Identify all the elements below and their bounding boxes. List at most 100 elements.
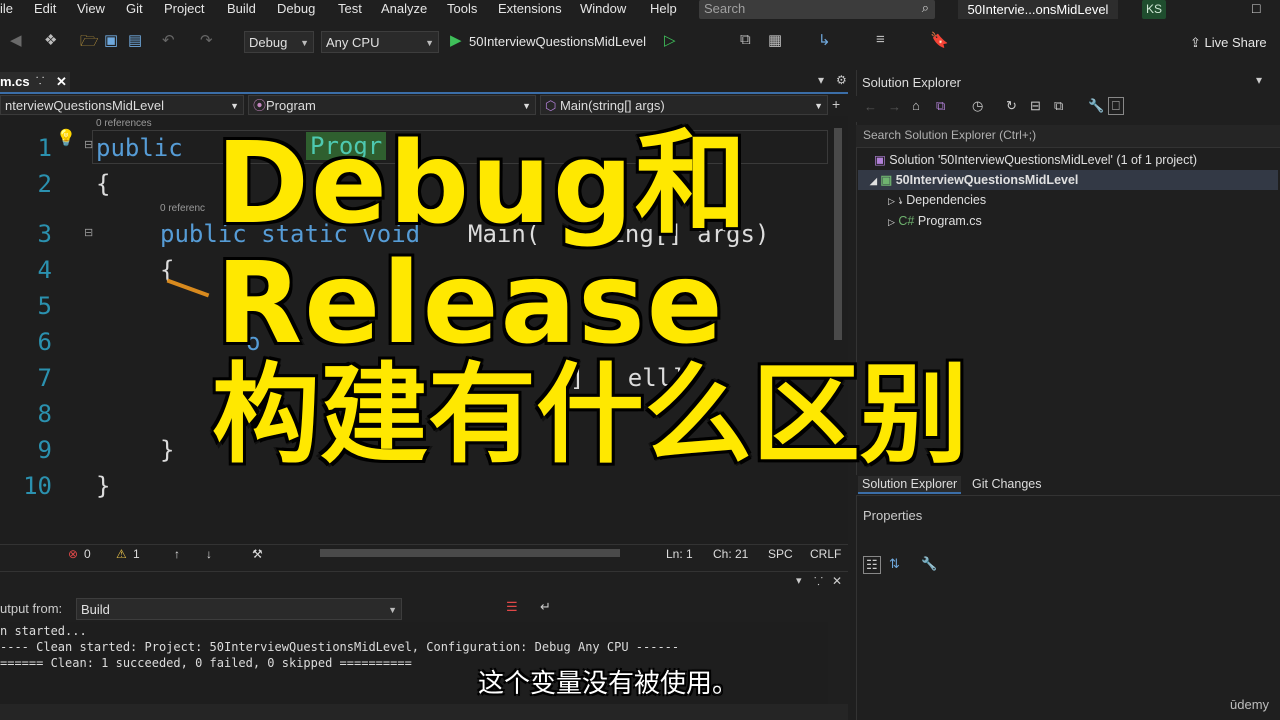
switch-views-icon[interactable]: ⧉ (936, 98, 945, 114)
bookmark-icon[interactable]: 🔖 (930, 31, 949, 49)
close-icon[interactable]: ✕ (832, 574, 842, 588)
output-line: n started... (0, 624, 87, 638)
solution-explorer-toolbar: ← → ⌂ ⧉ ◷ ↻ ⊟ ⧉ 🔧 ⎕ (856, 96, 1280, 122)
whitespace-indicator[interactable]: SPC (768, 547, 793, 561)
pin-icon[interactable]: ⸪ (814, 574, 823, 589)
horizontal-scrollbar[interactable] (320, 549, 620, 557)
search-input[interactable]: Search ⌕ (699, 0, 935, 19)
lightbulb-icon[interactable]: 💡 (56, 128, 76, 148)
pin-icon[interactable]: ⸪ (36, 72, 44, 92)
arrow-up-icon[interactable]: ↑ (174, 547, 180, 561)
menu-extensions[interactable]: Extensions (498, 1, 562, 16)
restore-window-icon[interactable]: □ (1252, 0, 1260, 16)
property-pages-icon[interactable]: 🔧 (921, 556, 937, 572)
menu-view[interactable]: View (77, 1, 105, 16)
run-without-debug-icon[interactable]: ▷ (664, 31, 676, 49)
output-source-dropdown[interactable]: Build ▼ (76, 598, 402, 620)
split-add-icon[interactable]: + (832, 96, 840, 112)
menu-project[interactable]: Project (164, 1, 204, 16)
run-icon[interactable]: ▶ (450, 31, 462, 49)
browser-link-icon[interactable]: ⧉ (740, 31, 751, 48)
tab-solution-explorer[interactable]: Solution Explorer (858, 476, 962, 494)
properties-wrench-icon[interactable]: 🔧 (1088, 98, 1104, 114)
nav-member-dropdown[interactable]: ⬡ Main(string[] args) ▼ (540, 95, 828, 115)
menu-build[interactable]: Build (227, 1, 256, 16)
save-all-icon[interactable]: ▤ (128, 31, 142, 49)
menu-test[interactable]: Test (338, 1, 362, 16)
collapsed-arrow-icon[interactable]: ▷ (888, 196, 895, 206)
menu-help[interactable]: Help (650, 1, 677, 16)
collapsed-arrow-icon[interactable]: ▷ (888, 217, 895, 227)
video-subtitle: 这个变量没有被使用。 (478, 669, 739, 699)
nav-back-icon[interactable]: ◀ (10, 31, 22, 49)
column-indicator[interactable]: Ch: 21 (713, 547, 748, 561)
nav-class-dropdown[interactable]: ⦿Program ▼ (248, 95, 536, 115)
undo-icon[interactable]: ↶ (162, 31, 175, 49)
tab-git-changes[interactable]: Git Changes (968, 476, 1045, 492)
error-icon[interactable]: ⊗ (68, 547, 78, 561)
nav-project-dropdown[interactable]: nterviewQuestionsMidLevel ▼ (0, 95, 244, 115)
warning-count: 1 (133, 547, 140, 561)
menu-debug[interactable]: Debug (277, 1, 315, 16)
menu-tools[interactable]: Tools (447, 1, 477, 16)
line-number: 9 (37, 436, 52, 464)
menu-file[interactable]: ile (0, 1, 13, 16)
show-all-files-icon[interactable]: ⧉ (1054, 98, 1063, 114)
codelens-references[interactable]: 0 references (96, 118, 152, 129)
warning-icon[interactable]: ⚠ (116, 547, 127, 561)
panel-menu-icon[interactable]: ▾ (796, 574, 802, 587)
brush-icon[interactable]: ⚒ (252, 547, 263, 561)
collapse-all-icon[interactable]: ⊟ (1030, 98, 1041, 114)
menu-git[interactable]: Git (126, 1, 143, 16)
scrollbar-thumb[interactable] (834, 128, 842, 340)
step-icon[interactable]: ↳ (818, 31, 831, 49)
menu-edit[interactable]: Edit (34, 1, 56, 16)
alphabetical-icon[interactable]: ⇅ (889, 556, 900, 572)
tree-program-cs[interactable]: ▷ C# Program.cs (888, 214, 982, 228)
tab-program-cs[interactable]: m.cs ⸪ ✕ (0, 72, 70, 92)
codelens-references[interactable]: 0 referenc (160, 203, 205, 214)
close-icon[interactable]: ✕ (56, 72, 67, 92)
line-ending-indicator[interactable]: CRLF (810, 547, 841, 561)
chevron-down-icon: ▼ (300, 38, 309, 48)
new-item-icon[interactable]: ❖ (44, 31, 57, 49)
menu-window[interactable]: Window (580, 1, 626, 16)
clear-all-icon[interactable]: ☰ (506, 599, 518, 615)
forward-icon[interactable]: → (888, 99, 901, 114)
arrow-down-icon[interactable]: ↓ (206, 547, 212, 561)
redo-icon[interactable]: ↷ (200, 31, 213, 49)
dependencies-icon: ⭏ (898, 193, 903, 207)
platform-dropdown[interactable]: Any CPU ▼ (321, 31, 439, 53)
tree-solution[interactable]: ▣ Solution '50InterviewQuestionsMidLevel… (874, 152, 1197, 167)
avatar[interactable]: KS (1142, 0, 1166, 19)
tab-overflow-icon[interactable]: ▾ (818, 73, 824, 87)
output-horizontal-scrollbar[interactable] (0, 704, 848, 720)
preview-icon[interactable]: ⎕ (1108, 97, 1124, 115)
solution-icon: ▣ (874, 153, 886, 167)
tree-dependencies[interactable]: ▷ ⭏ Dependencies (888, 193, 986, 208)
collapse-icon[interactable]: ⊟ (84, 138, 93, 151)
panel-menu-icon[interactable]: ▾ (1256, 73, 1262, 87)
settings-icon[interactable]: ⚙ (836, 73, 847, 87)
output-line: ---- Clean started: Project: 50Interview… (0, 640, 680, 654)
home-icon[interactable]: ⌂ (912, 98, 920, 113)
history-icon[interactable]: ◷ (972, 98, 983, 114)
line-indicator[interactable]: Ln: 1 (666, 547, 693, 561)
line-number: 2 (37, 170, 52, 198)
word-wrap-icon[interactable]: ↵ (540, 599, 551, 615)
layout-icon[interactable]: ▦ (768, 31, 782, 49)
sync-icon[interactable]: ↻ (1006, 98, 1017, 114)
live-share-button[interactable]: ⇪ Live Share (1190, 35, 1267, 51)
save-icon[interactable]: ▣ (104, 31, 118, 49)
solution-explorer-search[interactable]: Search Solution Explorer (Ctrl+;) (856, 125, 1280, 148)
expand-arrow-icon[interactable]: ◢ (870, 176, 877, 186)
comment-icon[interactable]: ≡ (876, 31, 885, 48)
collapse-icon[interactable]: ⊟ (84, 226, 93, 239)
config-dropdown[interactable]: Debug ▼ (244, 31, 314, 53)
run-target-button[interactable]: 50InterviewQuestionsMidLevel (469, 34, 646, 49)
categorized-icon[interactable]: ☷ (863, 556, 881, 574)
open-folder-icon[interactable]: 🗁 (80, 31, 99, 56)
back-icon[interactable]: ← (864, 99, 877, 114)
tree-project[interactable]: ◢ ▣ 50InterviewQuestionsMidLevel (870, 172, 1078, 187)
menu-analyze[interactable]: Analyze (381, 1, 427, 16)
